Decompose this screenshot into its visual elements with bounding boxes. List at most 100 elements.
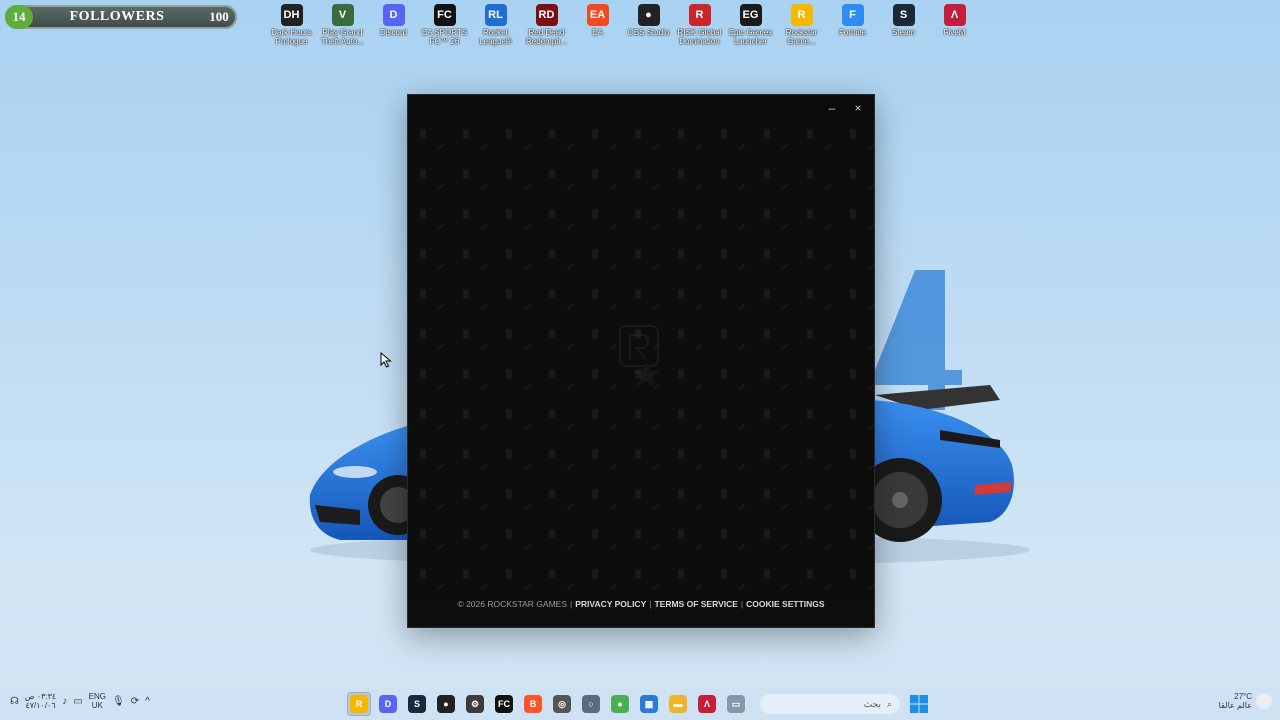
weather-icon [1256,693,1272,709]
desktop-shortcut-label: Red Dead Redempti... [526,28,567,46]
obs-icon[interactable]: ● [434,692,458,716]
launcher-titlebar[interactable]: – × [408,95,874,121]
taskbar: ☊ ٠٣:٣٤ ص ٤٧/١٠/٠٦ ♪ ▭ ENG UK 🎙 ⟳ ^ R D S ●… [0,688,1280,720]
target-icon[interactable]: ◎ [550,692,574,716]
search-placeholder: بحث [863,698,881,709]
microphone-icon[interactable]: 🎙 [112,696,125,707]
terms-of-service-link[interactable]: TERMS OF SERVICE [654,599,737,609]
language-switcher[interactable]: ENG UK [89,692,106,710]
privacy-policy-link[interactable]: PRIVACY POLICY [575,599,646,609]
desktop-shortcut[interactable]: D Discord [368,4,419,48]
desktop-icons: DH Dark Hours Prologue V Play Grand Theft A… [266,4,980,48]
chevron-up-icon[interactable]: ^ [145,696,150,707]
taskbar-app-glyph: ▬ [669,695,687,713]
ea-icon: EA [586,4,609,26]
desktop-shortcut[interactable]: RL Rocket League® [470,4,521,48]
taskbar-app-glyph: FC [495,695,513,713]
clock[interactable]: ٠٣:٣٤ ص ٤٧/١٠/٠٦ [25,692,56,710]
windows-start-icon[interactable] [909,694,929,714]
desktop-shortcut-label: Fortnite [838,28,867,37]
followers-goal-count: 100 [209,9,229,24]
clock-time: ٠٣:٣٤ ص [24,692,57,701]
notification-icon[interactable]: ☊ [10,696,19,707]
footer-separator: | [649,599,652,609]
followers-widget: 14 FOLLOWERS 100 [5,5,237,29]
ea-fc-icon: FC [433,4,456,26]
desktop-shortcut-label: Rocket League® [479,28,512,46]
desktop-shortcut[interactable]: DH Dark Hours Prologue [266,4,317,48]
epic-games-icon: EG [739,4,762,26]
taskbar-app-glyph: ▭ [727,695,745,713]
taskbar-app-glyph: S [408,695,426,713]
chrome-icon[interactable]: ● [608,692,632,716]
taskbar-app-glyph: ◎ [553,695,571,713]
weather-temperature: 27°C [1234,692,1252,701]
taskbar-app-glyph: ● [611,695,629,713]
rockstar-launcher-icon[interactable]: R [347,692,371,716]
weather-widget[interactable]: 27°C عالم عالقا [1219,692,1272,710]
ea-fc-icon[interactable]: FC [492,692,516,716]
risk-icon: R [688,4,711,26]
sync-icon[interactable]: ⟳ [131,696,139,707]
close-button[interactable]: × [849,99,867,117]
file-explorer-icon[interactable]: ▬ [666,692,690,716]
desktop-shortcut[interactable]: V Play Grand Theft Auto... [317,4,368,48]
footer-separator: | [740,599,744,609]
steam-icon[interactable]: S [405,692,429,716]
window-icon[interactable]: ▭ [724,692,748,716]
clock-date: ٤٧/١٠/٠٦ [25,701,56,710]
desktop-shortcut[interactable]: Λ FiveM [929,4,980,48]
discord-icon: D [382,4,405,26]
search-icon: ⌕ [886,698,892,709]
cookie-settings-link[interactable]: COOKIE SETTINGS [746,599,824,609]
rockstar-icon: R [790,4,813,26]
discord-icon[interactable]: D [376,692,400,716]
desktop-shortcut-label: EA SPORTS FC™ 26 [421,28,468,46]
gta-icon: V [331,4,354,26]
brave-icon[interactable]: B [521,692,545,716]
desktop-shortcut[interactable]: F Fortnite [827,4,878,48]
obs-icon: ● [637,4,660,26]
rocket-league-icon: RL [484,4,507,26]
taskbar-app-glyph: ⚙ [466,695,484,713]
desktop-shortcut-label: EA [592,28,603,37]
taskbar-apps: R D S ● ⚙ FC B ◎ ○ ● ▦ ▬ Λ ▭ [347,692,748,716]
desktop-shortcut-label: Discord [379,28,408,37]
red-dead-icon: RD [535,4,558,26]
launcher-loading-pattern [408,121,874,601]
taskbar-app-glyph: Λ [698,695,716,713]
fivem-icon[interactable]: Λ [695,692,719,716]
taskbar-app-glyph: R [350,695,368,713]
desktop-shortcut-label: Steam [891,28,916,37]
desktop-shortcut[interactable]: FC EA SPORTS FC™ 26 [419,4,470,48]
desktop-shortcut[interactable]: RD Red Dead Redempti... [521,4,572,48]
desktop-shortcut[interactable]: ● OBS Studio [623,4,674,48]
weather-description: عالم عالقا [1218,701,1252,710]
desktop-shortcut[interactable]: EG Epic Games Launcher [725,4,776,48]
minimize-button[interactable]: – [823,99,841,117]
network-icon[interactable]: ▭ [73,696,82,707]
circle-app-icon[interactable]: ○ [579,692,603,716]
taskbar-app-glyph: ○ [582,695,600,713]
desktop-shortcut-label: Dark Hours Prologue [271,28,312,46]
settings-gear-icon[interactable]: ⚙ [463,692,487,716]
desktop-shortcut[interactable]: R Rockstar Game... [776,4,827,48]
volume-icon[interactable]: ♪ [62,696,67,707]
steam-icon: S [892,4,915,26]
desktop-shortcut-label: FiveM [943,28,966,37]
desktop-shortcut[interactable]: EA EA [572,4,623,48]
taskbar-app-glyph: B [524,695,542,713]
store-icon[interactable]: ▦ [637,692,661,716]
launcher-footer: © 2026 ROCKSTAR GAMES | PRIVACY POLICY | TER… [408,599,874,609]
desktop-shortcut-label: Play Grand Theft Auto... [320,28,365,46]
fivem-icon: Λ [943,4,966,26]
desktop-shortcut[interactable]: S Steam [878,4,929,48]
language-code: ENG [88,692,107,701]
taskbar-search[interactable]: بحث ⌕ [760,694,900,714]
region-code: UK [91,701,103,710]
desktop-shortcut-label: Rockstar Game... [785,28,818,46]
desktop-shortcut[interactable]: R RISK Global Domination [674,4,725,48]
taskbar-app-glyph: ● [437,695,455,713]
rockstar-launcher-window: – × © 2026 ROCKSTAR GAMES | PRIVACY POLICY… [407,94,875,628]
footer-separator: | [570,599,573,609]
